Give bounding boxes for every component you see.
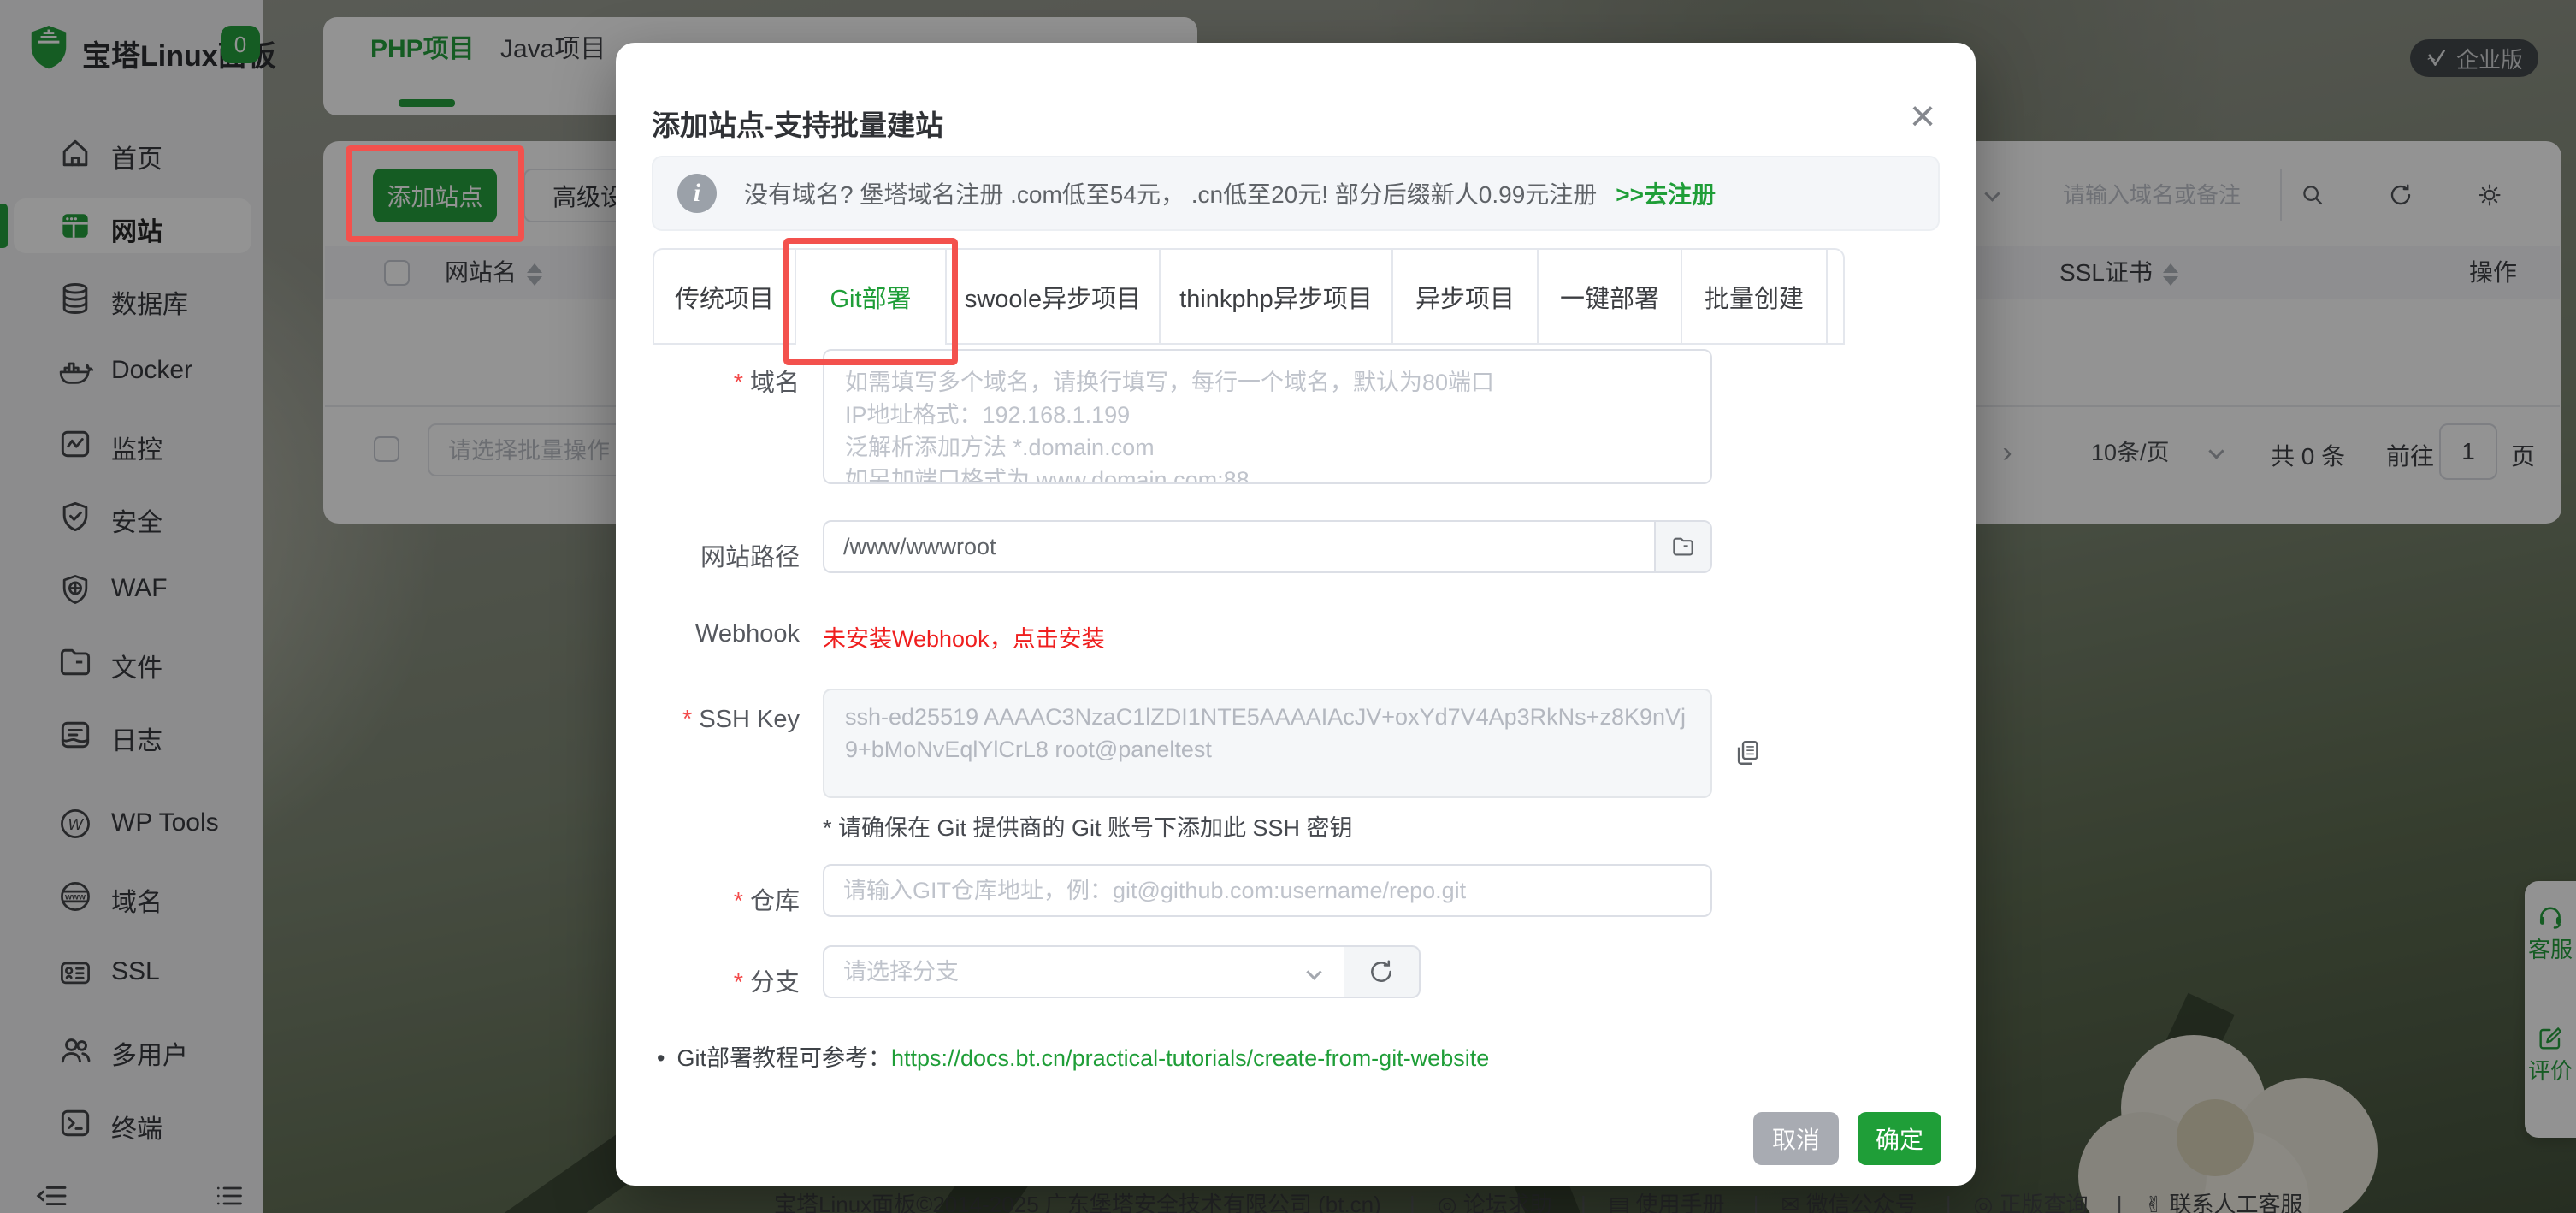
copy-icon xyxy=(1733,737,1762,768)
ssh-key-hint: * 请确保在 Git 提供商的 Git 账号下添加此 SSH 密钥 xyxy=(823,809,1353,843)
tab-async-project[interactable]: 异步项目 xyxy=(1393,250,1539,343)
site-path-input[interactable] xyxy=(824,522,1656,571)
tutorial-link[interactable]: https://docs.bt.cn/practical-tutorials/c… xyxy=(891,1045,1489,1071)
folder-icon xyxy=(1670,534,1696,559)
repo-label: *仓库 xyxy=(616,881,800,917)
tab-swoole-async[interactable]: swoole异步项目 xyxy=(947,250,1161,343)
screen: 宝塔Linux面板 0 首页 网站 数据库 Docker xyxy=(0,0,2576,1213)
modal-title: 添加站点-支持批量建站 xyxy=(652,103,943,144)
tab-batch-create[interactable]: 批量创建 xyxy=(1682,250,1828,343)
refresh-icon xyxy=(1368,958,1395,985)
tutorial-note: •Git部署教程可参考：https://docs.bt.cn/practical… xyxy=(657,1039,1489,1073)
close-icon[interactable]: × xyxy=(1899,92,1947,140)
register-domain-link[interactable]: >>去注册 xyxy=(1616,176,1716,210)
info-icon: i xyxy=(677,174,717,213)
repo-input[interactable] xyxy=(824,866,1710,915)
ssh-key-label: *SSH Key xyxy=(616,706,800,734)
domain-promo-banner: i 没有域名? 堡塔域名注册 .com低至54元， .cn低至20元! 部分后缀… xyxy=(652,156,1940,231)
promo-text: 没有域名? 堡塔域名注册 .com低至54元， .cn低至20元! 部分后缀新人… xyxy=(744,176,1597,210)
tab-traditional-project[interactable]: 传统项目 xyxy=(654,250,796,343)
add-site-modal: 添加站点-支持批量建站 × i 没有域名? 堡塔域名注册 .com低至54元， … xyxy=(616,43,1976,1186)
confirm-button[interactable]: 确定 xyxy=(1858,1112,1941,1165)
annotation-box-add-site-button xyxy=(346,145,524,242)
chevron-down-icon xyxy=(1306,964,1321,979)
domain-textarea[interactable] xyxy=(823,349,1712,484)
site-path-label: 网站路径 xyxy=(616,537,800,573)
tab-thinkphp-async[interactable]: thinkphp异步项目 xyxy=(1161,250,1393,343)
ssh-key-value: ssh-ed25519 AAAAC3NzaC1lZDI1NTE5AAAAIAcJ… xyxy=(823,689,1712,798)
repo-group xyxy=(823,864,1712,917)
branch-select[interactable]: 请选择分支 xyxy=(823,945,1345,998)
domain-label: *域名 xyxy=(616,363,800,399)
branch-label: *分支 xyxy=(616,962,800,998)
site-path-group xyxy=(823,520,1712,573)
cancel-button[interactable]: 取消 xyxy=(1753,1112,1839,1165)
browse-folder-button[interactable] xyxy=(1654,522,1710,571)
copy-ssh-key-button[interactable] xyxy=(1728,732,1767,773)
webhook-label: Webhook xyxy=(616,620,800,648)
refresh-branches-button[interactable] xyxy=(1344,945,1421,998)
tab-one-click-deploy[interactable]: 一键部署 xyxy=(1539,250,1682,343)
annotation-box-git-deploy-tab xyxy=(783,238,958,365)
webhook-install-link[interactable]: 未安装Webhook，点击安装 xyxy=(823,620,1105,654)
